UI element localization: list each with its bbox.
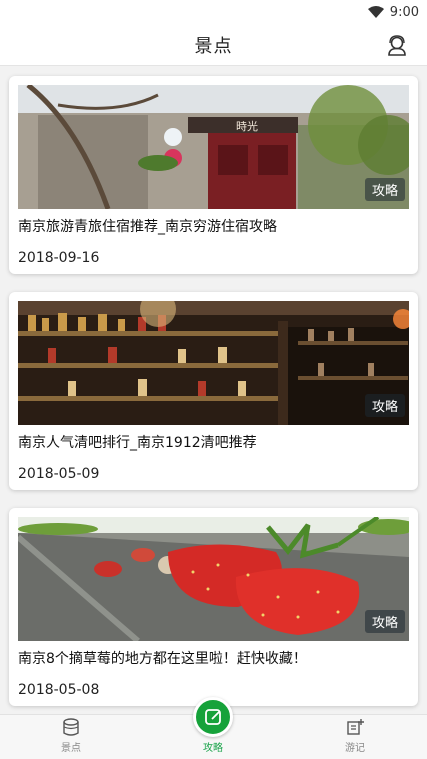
article-card[interactable]: 攻略 南京人气清吧排行_南京1912清吧推荐 2018-05-09 xyxy=(9,292,418,490)
tab-label: 景点 xyxy=(61,743,81,754)
bottom-tab-bar: 景点 攻略 游记 xyxy=(0,697,427,759)
status-bar: 9:00 xyxy=(0,0,427,24)
article-date: 2018-09-16 xyxy=(18,250,100,266)
tab-guides[interactable]: 攻略 xyxy=(142,697,284,759)
wifi-icon xyxy=(367,6,384,18)
category-tag: 攻略 xyxy=(364,178,405,201)
category-tag: 攻略 xyxy=(364,394,405,417)
tab-travel-notes[interactable]: 游记 xyxy=(284,715,426,759)
article-date: 2018-05-08 xyxy=(18,682,100,698)
article-thumbnail: 攻略 xyxy=(18,517,409,641)
landmark-icon xyxy=(63,718,79,736)
strawberry-image xyxy=(18,517,409,641)
category-tag: 攻略 xyxy=(364,610,405,633)
tab-label: 游记 xyxy=(345,743,365,754)
profile-button[interactable] xyxy=(385,33,409,57)
travel-notes-icon xyxy=(347,719,364,735)
user-profile-icon xyxy=(388,35,406,56)
guide-icon xyxy=(205,709,221,725)
tab-landmarks[interactable]: 景点 xyxy=(0,715,142,759)
article-thumbnail: 攻略 xyxy=(18,301,409,425)
app-header: 景点 xyxy=(0,24,427,66)
guide-fab[interactable] xyxy=(193,697,233,737)
status-time: 9:00 xyxy=(389,4,419,20)
article-date: 2018-05-09 xyxy=(18,466,100,482)
article-title[interactable]: 南京8个摘草莓的地方都在这里啦！赶快收藏！ xyxy=(18,648,409,668)
hostel-storefront-image: 時光 xyxy=(18,85,409,209)
article-title[interactable]: 南京人气清吧排行_南京1912清吧推荐 xyxy=(18,432,409,452)
page-title: 景点 xyxy=(194,35,233,57)
article-card[interactable]: 攻略 南京8个摘草莓的地方都在这里啦！赶快收藏！ 2018-05-08 xyxy=(9,508,418,706)
article-thumbnail: 時光 攻略 xyxy=(18,85,409,209)
guide-feed[interactable]: 時光 攻略 南京旅游青旅住宿推荐_南京穷游住宿攻略 2018-09-16 攻略 … xyxy=(0,66,427,714)
article-card[interactable]: 時光 攻略 南京旅游青旅住宿推荐_南京穷游住宿攻略 2018-09-16 xyxy=(9,76,418,274)
article-title[interactable]: 南京旅游青旅住宿推荐_南京穷游住宿攻略 xyxy=(18,216,409,236)
shop-sign-text: 時光 xyxy=(236,119,258,133)
tab-label: 攻略 xyxy=(203,743,223,754)
bar-shelves-image xyxy=(18,301,409,425)
